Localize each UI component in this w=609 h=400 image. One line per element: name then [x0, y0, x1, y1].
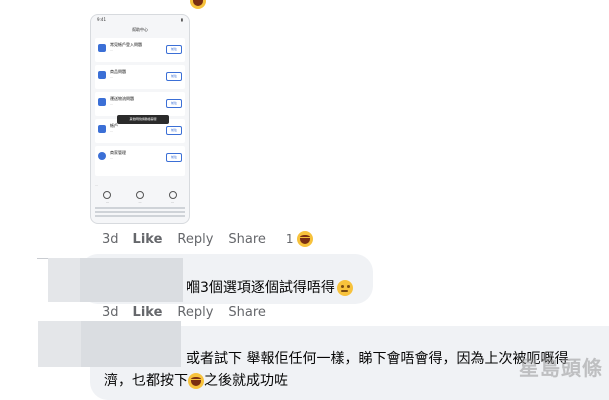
attached-screenshot-image[interactable]: 9:41 ▮ 幫助中心 常見帳戶登入問題 … 前往 商品問題 … 前往 運送物流…	[90, 14, 190, 224]
like-button[interactable]: Like	[133, 305, 163, 320]
help-row-title: 運送物流問題	[110, 96, 134, 101]
commenter-name-redacted[interactable]	[80, 258, 183, 302]
chat-icon	[103, 191, 112, 199]
wink-emoji-icon	[336, 280, 353, 296]
help-row-button: 前往	[166, 126, 182, 135]
help-row: 商家管理 … 前往	[95, 146, 185, 176]
help-row-sub: …	[110, 102, 113, 106]
timestamp[interactable]: 3d	[102, 232, 119, 247]
shop-icon	[98, 152, 106, 160]
help-row-button: 前往	[166, 72, 182, 81]
commenter-name-redacted[interactable]	[81, 321, 181, 367]
action-item: …	[103, 191, 112, 204]
comment-text: 嗰3個選項逐個試得唔得	[186, 277, 353, 299]
reply-button[interactable]: Reply	[177, 305, 213, 320]
comment-text: 或者試下 舉報佢任何一樣，睇下會唔會得，因為上次被呃嘅得	[186, 348, 568, 370]
fine-print	[95, 207, 185, 221]
help-row-title: 常見帳戶登入問題	[110, 42, 142, 47]
laughing-emoji-icon	[190, 0, 206, 9]
comment-body: 嗰3個選項逐個試得唔得	[186, 280, 335, 296]
user-icon	[98, 44, 106, 52]
phone-battery-icon: ▮	[180, 17, 183, 22]
phone-title: 幫助中心	[132, 27, 148, 32]
comment-body-line2-start: 濟，乜都按下	[104, 373, 188, 389]
truck-icon	[98, 98, 106, 106]
avatar[interactable]	[38, 321, 81, 367]
like-button[interactable]: Like	[133, 232, 163, 247]
box-icon	[98, 71, 106, 79]
phone-time: 9:41	[97, 17, 106, 22]
avatar[interactable]	[48, 258, 80, 302]
help-row-sub: …	[110, 156, 113, 160]
footer-note: …	[95, 183, 98, 187]
reaction-summary[interactable]: 1	[286, 231, 313, 247]
tooltip: 其他問題請聯絡客服	[117, 115, 169, 124]
comment-body-line2-end: 之後就成功咗	[204, 373, 288, 389]
share-button[interactable]: Share	[228, 305, 266, 320]
comment-text: 濟，乜都按下 之後就成功咗	[104, 370, 288, 392]
help-row: 商品問題 … 前往	[95, 65, 185, 89]
help-row: 運送物流問題 … 前往	[95, 92, 185, 116]
action-item: …	[168, 191, 177, 204]
phone-status-bar: 9:41 ▮	[91, 15, 189, 25]
reply-button[interactable]: Reply	[177, 232, 213, 247]
watermark-text: 星島頭條	[519, 356, 603, 380]
lock-icon	[98, 125, 106, 133]
comment-actions: 3d Like Reply Share 1	[102, 231, 313, 247]
help-row-button: 前往	[166, 99, 182, 108]
shop-icon	[135, 191, 144, 199]
laughing-emoji-icon	[188, 373, 204, 389]
comment-body-line1: 或者試下 舉報佢任何一樣，睇下會唔會得，因為上次被呃嘅得	[186, 351, 569, 367]
help-row: 常見帳戶登入問題 … 前往	[95, 38, 185, 62]
reaction-count: 1	[285, 232, 294, 246]
help-row-sub: …	[110, 75, 113, 79]
help-row-sub: …	[110, 48, 113, 52]
watermark-logo: 星島頭條	[519, 352, 603, 381]
timestamp[interactable]: 3d	[102, 305, 119, 320]
share-button[interactable]: Share	[228, 232, 266, 247]
action-item: …	[135, 191, 144, 204]
help-row-sub: …	[110, 129, 113, 133]
help-row-button: 前往	[166, 153, 182, 162]
laughing-emoji-icon	[296, 231, 313, 247]
share-icon	[168, 191, 177, 199]
help-row-button: 前往	[166, 45, 182, 54]
action-bar: … … …	[91, 191, 189, 204]
comment-actions: 3d Like Reply Share	[102, 305, 266, 320]
